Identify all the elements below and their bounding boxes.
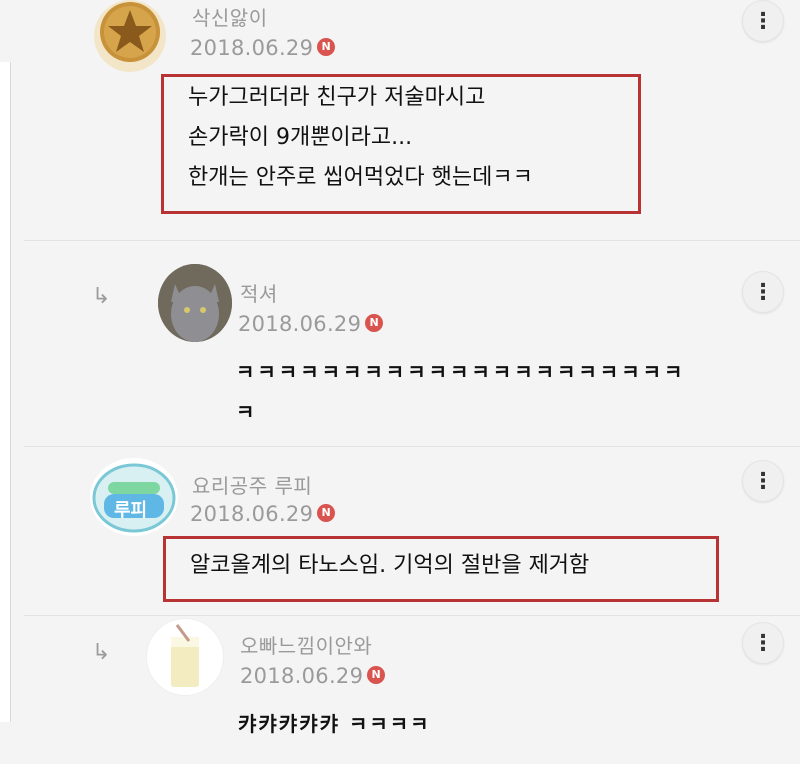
- loopy-logo-text: 루피: [114, 500, 148, 521]
- comment-line: 손가락이 9개뿐이라고...: [188, 125, 413, 150]
- comment-date: 2018.06.29 N: [190, 502, 336, 526]
- new-badge: N: [367, 666, 386, 684]
- avatar-cat-avatar-icon[interactable]: [158, 264, 232, 342]
- date-text: 2018.06.29: [240, 664, 364, 688]
- comment-line: 누가그러더라 친구가 저술마시고: [188, 85, 486, 110]
- avatar-drink-glass-icon[interactable]: [146, 618, 224, 696]
- comment-username[interactable]: 삭신앓이: [192, 2, 268, 31]
- comment-body: ㅋㅋㅋㅋㅋㅋㅋㅋㅋㅋㅋㅋㅋㅋㅋㅋㅋㅋㅋㅋㅋ ㅋ: [236, 352, 685, 432]
- more-options-button[interactable]: ⋮: [742, 460, 784, 502]
- more-options-button[interactable]: ⋮: [742, 271, 784, 313]
- new-badge: N: [317, 504, 336, 522]
- reply-arrow-icon: ↳: [92, 284, 111, 309]
- comment-username[interactable]: 요리공주 루피: [192, 470, 312, 499]
- date-text: 2018.06.29: [190, 502, 314, 526]
- kebab-icon: ⋮: [752, 468, 774, 494]
- comment-line: ㅋ: [236, 400, 258, 424]
- comment-divider: [24, 240, 800, 241]
- kebab-icon: ⋮: [752, 8, 774, 34]
- left-scroll-edge: [0, 62, 11, 722]
- comment-date: 2018.06.29 N: [238, 312, 384, 336]
- comment-body: 누가그러더라 친구가 저술마시고 손가락이 9개뿐이라고... 한개는 안주로 …: [188, 78, 533, 198]
- comment-line: 캬캬캬캬캬 ㅋㅋㅋㅋ: [238, 712, 431, 736]
- date-text: 2018.06.29: [238, 312, 362, 336]
- avatar-loopy-logo-icon[interactable]: 루피: [90, 458, 178, 536]
- comment-line: ㅋㅋㅋㅋㅋㅋㅋㅋㅋㅋㅋㅋㅋㅋㅋㅋㅋㅋㅋㅋㅋ: [236, 360, 686, 384]
- more-options-button[interactable]: ⋮: [742, 622, 784, 664]
- comment-divider: [24, 615, 800, 616]
- reply-arrow-icon: ↳: [92, 640, 111, 665]
- new-badge: N: [317, 38, 336, 56]
- comment-date: 2018.06.29 N: [190, 36, 336, 60]
- new-badge: N: [365, 314, 384, 332]
- comment-line: 한개는 안주로 씹어먹었다 햇는데ㅋㅋ: [188, 165, 533, 190]
- comment-username[interactable]: 오빠느낌이안와: [240, 630, 372, 659]
- comment-body: 알코올계의 타노스임. 기억의 절반을 제거함: [190, 546, 589, 586]
- comment-date: 2018.06.29 N: [240, 664, 386, 688]
- more-options-button[interactable]: ⋮: [742, 0, 784, 42]
- avatar-star-cookie-icon[interactable]: [94, 0, 166, 72]
- comment-body: 캬캬캬캬캬 ㅋㅋㅋㅋ: [238, 704, 431, 744]
- comment-line: 알코올계의 타노스임. 기억의 절반을 제거함: [190, 553, 590, 578]
- comment-username[interactable]: 적셔: [240, 278, 278, 307]
- comment-divider: [24, 446, 800, 447]
- kebab-icon: ⋮: [752, 630, 774, 656]
- date-text: 2018.06.29: [190, 36, 314, 60]
- kebab-icon: ⋮: [752, 279, 774, 305]
